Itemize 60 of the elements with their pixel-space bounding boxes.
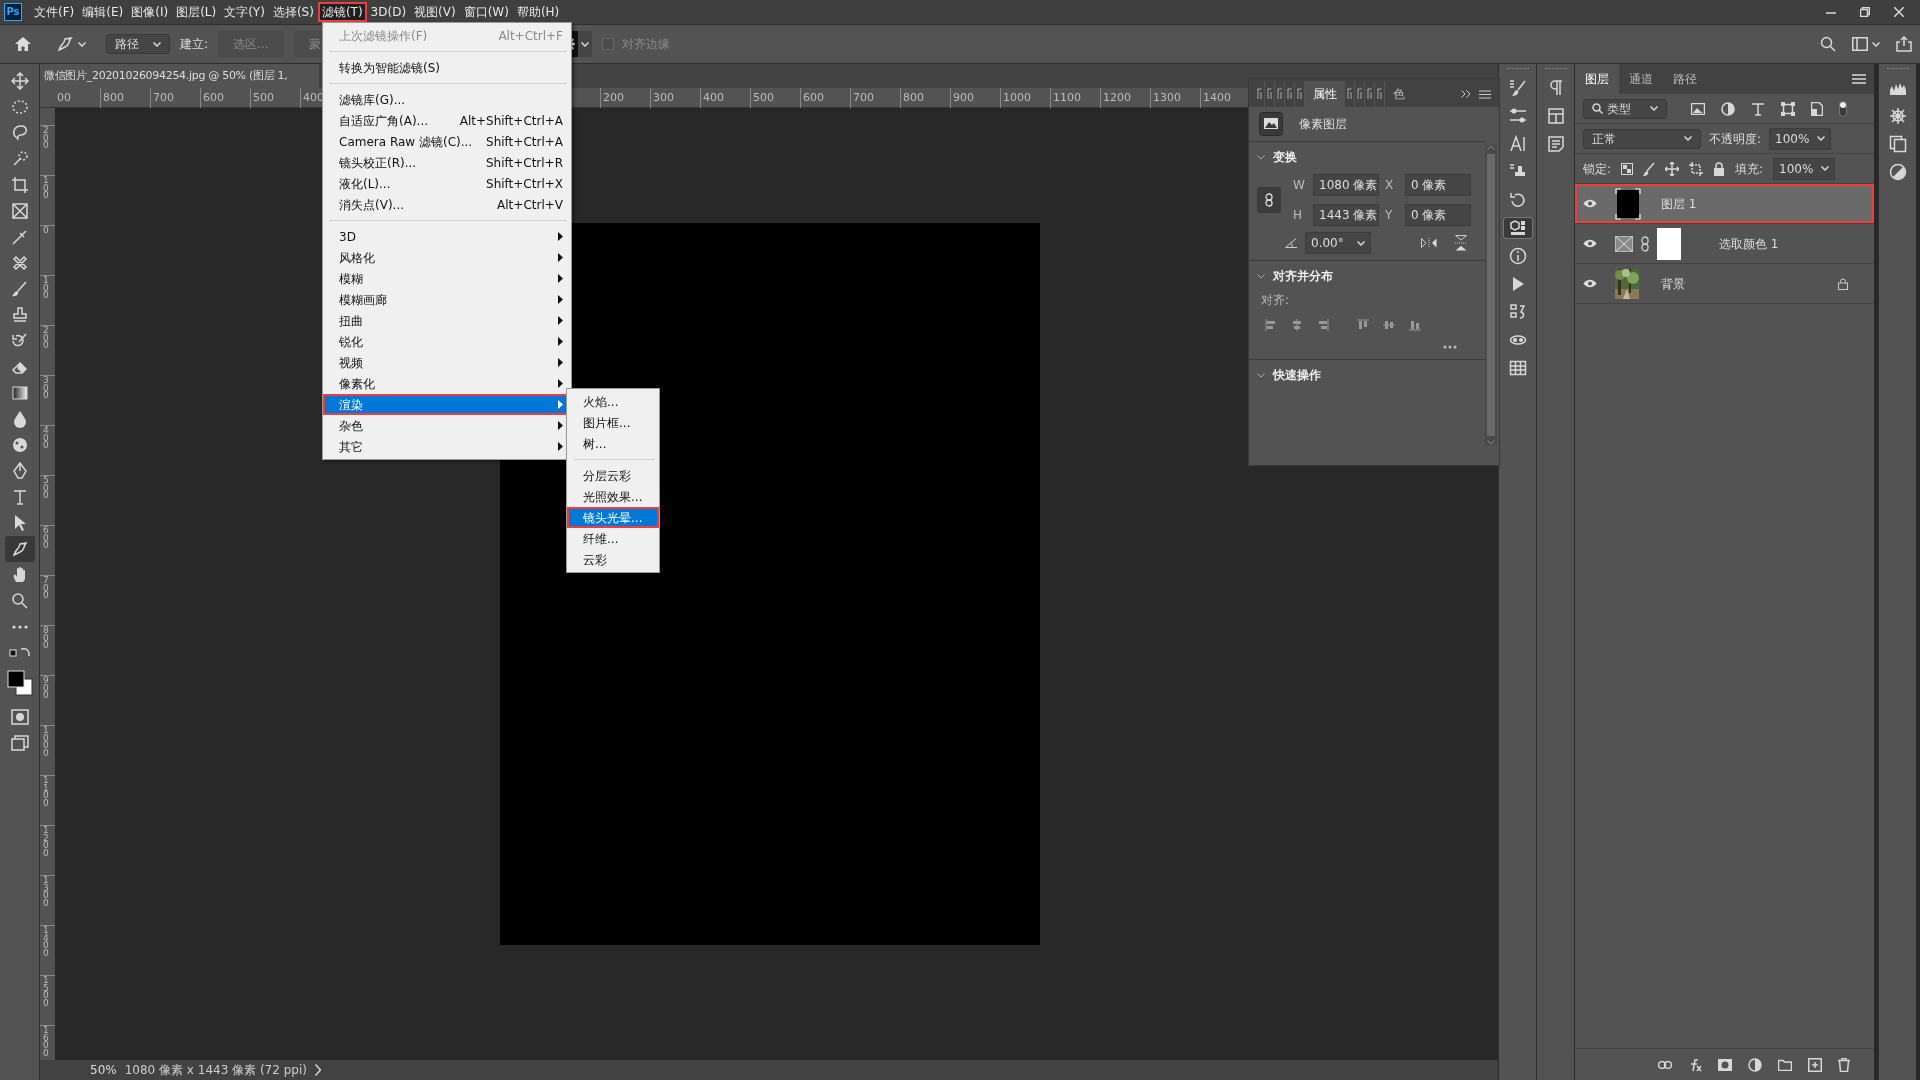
ruler-label: 1500 (42, 976, 49, 1008)
ruler-label: 1400 (42, 926, 49, 958)
ruler-label: 200 (42, 326, 49, 350)
shortcut-label: Alt+Ctrl+F (498, 27, 563, 45)
ruler-label: 1100 (42, 776, 49, 808)
field-label: H (1293, 207, 1304, 224)
ruler-label: 700 (850, 88, 900, 108)
section-title: 快速操作 (1273, 367, 1321, 384)
app-logo: Ps (4, 3, 22, 21)
ruler-label: 200 (600, 88, 650, 108)
make-label: 建立: (180, 36, 209, 53)
ruler-label: 300 (650, 88, 700, 108)
field-label: W (1293, 177, 1306, 194)
align-label: 对齐: (1261, 292, 1291, 309)
ruler-label: 100 (42, 176, 49, 200)
document-info: 1080 像素 x 1443 像素 (72 ppi) (124, 1062, 307, 1079)
ruler-label: 600 (42, 526, 49, 550)
ruler-label: 1000 (42, 726, 49, 758)
ruler-label: 800 (900, 88, 950, 108)
ruler-label: 1200 (42, 826, 49, 858)
layer-type-label: 像素图层 (1299, 116, 1347, 133)
field-label: X (1385, 177, 1395, 194)
ruler-label: 600 (800, 88, 850, 108)
ruler-label: 100 (42, 276, 49, 300)
ruler-label: 600 (200, 88, 250, 108)
ruler-label: 300 (42, 376, 49, 400)
field-label: Y (1385, 207, 1394, 224)
layer-name: 选取颜色 1 (1719, 235, 1779, 253)
shortcut-label: Shift+Ctrl+A (486, 133, 563, 151)
ruler-label: 700 (42, 576, 49, 600)
ruler-label: 400 (700, 88, 750, 108)
ruler-label: 200 (42, 126, 49, 150)
shortcut-label: Alt+Ctrl+V (497, 196, 563, 214)
section-title: 变换 (1273, 149, 1297, 166)
opacity-label: 不透明度: (1709, 130, 1762, 148)
layer-name: 背景 (1661, 275, 1685, 293)
lock-label: 锁定: (1583, 160, 1612, 178)
ruler-label: 1200 (1100, 88, 1150, 108)
ruler-label: 700 (150, 88, 200, 108)
ruler-label: 0 (42, 226, 49, 235)
ruler-label: 00 (56, 90, 72, 106)
layer-name: 图层 1 (1661, 195, 1697, 213)
ruler-label: 800 (42, 626, 49, 650)
ruler-label: 500 (750, 88, 800, 108)
shortcut-label: Alt+Shift+Ctrl+A (459, 112, 563, 130)
section-title: 对齐并分布 (1273, 268, 1333, 285)
ruler-label: 1300 (42, 876, 49, 908)
ruler-label: 500 (250, 88, 300, 108)
ruler-label: 1300 (1150, 88, 1200, 108)
ruler-label: 400 (42, 426, 49, 450)
fill-label: 填充: (1735, 160, 1764, 178)
ruler-label: 1600 (42, 1026, 49, 1058)
ruler-label: 800 (100, 88, 150, 108)
shortcut-label: Shift+Ctrl+X (486, 175, 563, 193)
ruler-label: 1000 (1000, 88, 1050, 108)
ruler-label: 900 (950, 88, 1000, 108)
shortcut-label: Shift+Ctrl+R (485, 154, 563, 172)
ruler-label: 900 (42, 676, 49, 700)
ruler-label: 1100 (1050, 88, 1100, 108)
ruler-label: 500 (42, 476, 49, 500)
